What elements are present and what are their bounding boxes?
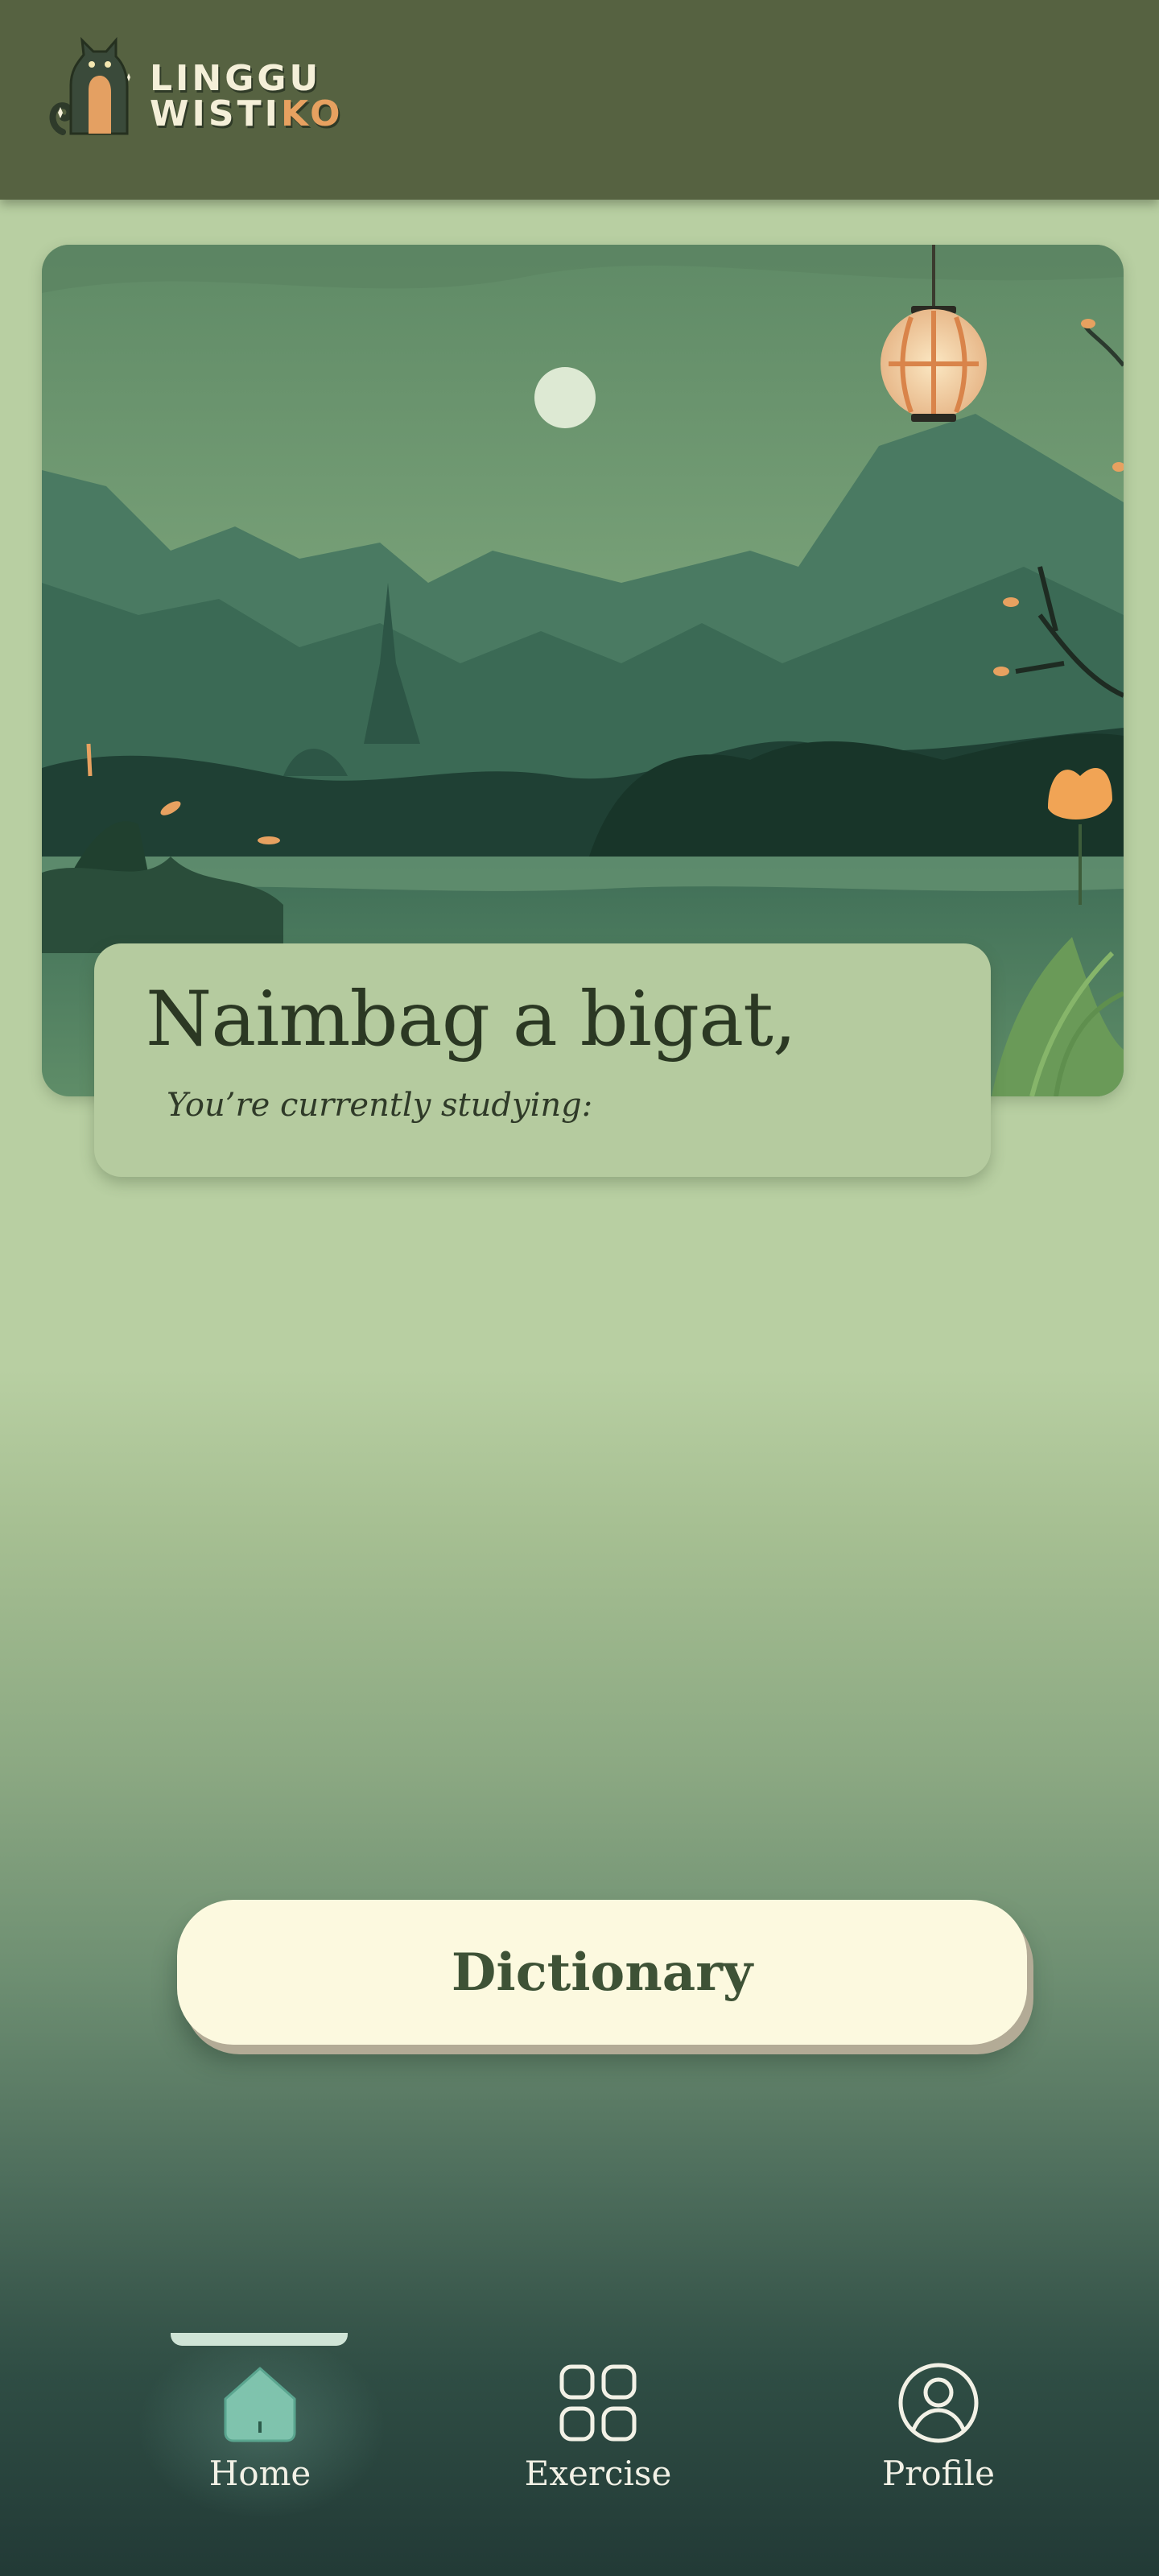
greeting-card: Naimbag a bigat, You’re currently studyi… [94, 943, 991, 1177]
active-tab-indicator [171, 2333, 348, 2346]
grid-icon [559, 2364, 637, 2442]
dictionary-button[interactable]: Dictionary [177, 1900, 1027, 2045]
logo-line-2-accent: KO [280, 93, 344, 134]
nav-item-home[interactable]: Home [139, 2359, 381, 2520]
nav-item-exercise[interactable]: Exercise [477, 2359, 719, 2520]
nav-item-profile[interactable]: Profile [818, 2359, 1059, 2520]
nav-label-home: Home [208, 2454, 311, 2493]
app-header: LINGGU WISTIKO [0, 0, 1159, 200]
studying-label: You’re currently studying: [167, 1087, 593, 1124]
greeting-title: Naimbag a bigat, [146, 976, 797, 1063]
user-icon [898, 2363, 979, 2443]
logo-line-1: LINGGU [150, 58, 322, 99]
nav-label-exercise: Exercise [524, 2454, 672, 2493]
logo-line-2: WISTIKO [150, 97, 344, 132]
nav-label-profile: Profile [882, 2454, 995, 2493]
app-logo[interactable]: LINGGU WISTIKO [47, 37, 340, 142]
home-icon [224, 2367, 296, 2442]
logo-line-2-main: WISTI [150, 93, 281, 134]
dictionary-button-label: Dictionary [451, 1942, 753, 2003]
cat-icon [49, 37, 130, 135]
